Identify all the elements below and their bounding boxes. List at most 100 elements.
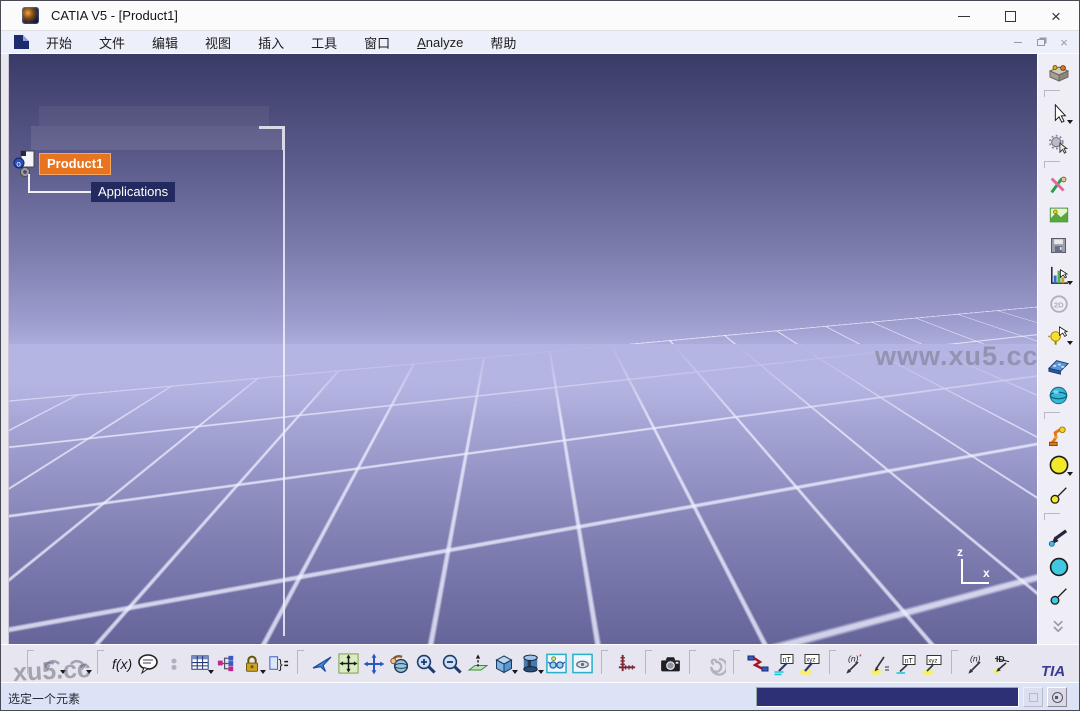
normal-view-icon[interactable] <box>465 651 491 677</box>
plane-ruler-icon[interactable] <box>1046 352 1072 378</box>
save-disk-icon[interactable] <box>1046 232 1072 258</box>
select-arrow-icon[interactable] <box>1046 101 1073 127</box>
section-sphere-icon[interactable] <box>1046 382 1072 408</box>
watermark-bottom-left: xu5.cc <box>12 654 92 688</box>
workbench-icon[interactable] <box>1046 60 1072 86</box>
mdi-restore-icon[interactable] <box>1034 35 1048 49</box>
catalog-browser-icon[interactable] <box>745 651 771 677</box>
point-yellow-icon[interactable] <box>1046 453 1073 479</box>
svg-text:2D: 2D <box>1053 300 1063 309</box>
swap-visible-space-icon[interactable] <box>569 651 595 677</box>
circle-cyan-icon[interactable] <box>1046 554 1072 580</box>
mdi-close-icon[interactable]: × <box>1057 35 1071 49</box>
vertical-guide-line <box>283 150 285 636</box>
axis-z-label: z <box>957 545 963 559</box>
chart-analysis-icon[interactable] <box>1046 262 1073 288</box>
parameter-n-icon[interactable]: (n) * <box>841 651 867 677</box>
annotation-arrow-icon[interactable] <box>867 651 893 677</box>
spiral-icon[interactable] <box>701 651 727 677</box>
apply-material-icon[interactable] <box>1046 172 1072 198</box>
design-table-icon[interactable] <box>187 651 214 677</box>
maximize-button[interactable] <box>987 1 1033 31</box>
rule-brace-icon[interactable]: } <box>265 651 291 677</box>
catia-logo-icon <box>22 7 39 24</box>
minimize-icon <box>958 15 970 17</box>
text-box-icon[interactable]: nT <box>893 651 919 677</box>
toolbar-handle[interactable] <box>1044 90 1060 97</box>
toolbar-handle[interactable] <box>645 650 652 674</box>
toolbar-handle[interactable] <box>1044 513 1060 520</box>
light-source-icon[interactable] <box>1046 322 1073 348</box>
menu-analyze-rest: nalyze <box>425 34 464 50</box>
menu-view[interactable]: 视图 <box>195 31 241 54</box>
product-node-icon[interactable]: o <box>13 149 39 179</box>
menu-edit[interactable]: 编辑 <box>142 31 188 54</box>
coordinates-box-icon[interactable]: xyz <box>919 651 945 677</box>
menu-help[interactable]: 帮助 <box>480 31 526 54</box>
robot-arm-icon[interactable] <box>1046 423 1072 449</box>
fit-all-in-icon[interactable] <box>335 651 361 677</box>
document-icon[interactable] <box>14 35 29 49</box>
camera-capture-icon[interactable] <box>657 651 683 677</box>
point-yellow-small-icon[interactable] <box>1046 483 1072 509</box>
fly-mode-icon[interactable] <box>309 651 335 677</box>
close-button[interactable]: × <box>1033 1 1079 31</box>
power-input[interactable] <box>756 687 1019 707</box>
maximize-icon <box>1004 10 1016 22</box>
window-title: CATIA V5 - [Product1] <box>51 8 178 23</box>
toolbar-handle[interactable] <box>1044 161 1060 168</box>
viewport-3d[interactable]: o Product1 Applications z x www.xu5.cc <box>9 54 1039 644</box>
mdi-minimize-icon[interactable] <box>1011 35 1025 49</box>
toolbar-handle[interactable] <box>829 650 836 674</box>
text-annotation-pen-icon[interactable]: nT <box>771 651 797 677</box>
menu-tools[interactable]: 工具 <box>301 31 347 54</box>
toolbar-handle[interactable] <box>689 650 696 674</box>
svg-text:o: o <box>16 159 21 168</box>
close-icon: × <box>1051 6 1061 26</box>
knowledge-pointer-icon[interactable] <box>1046 131 1072 157</box>
info-button[interactable] <box>1047 687 1067 707</box>
lock-icon[interactable] <box>239 651 266 677</box>
toolbar-handle[interactable] <box>97 650 104 674</box>
isometric-view-icon[interactable] <box>491 651 518 677</box>
corner-bracket <box>282 126 285 150</box>
hide-show-icon[interactable] <box>543 651 569 677</box>
measure-axis-icon[interactable] <box>613 651 639 677</box>
svg-text:nT: nT <box>783 656 792 663</box>
render-scene-icon[interactable] <box>1046 202 1072 228</box>
rotate-icon[interactable] <box>387 651 413 677</box>
ghost-patch <box>31 126 283 150</box>
zoom-out-icon[interactable] <box>439 651 465 677</box>
pan-icon[interactable] <box>361 651 387 677</box>
formula-fx-icon[interactable]: f(x) <box>109 651 135 677</box>
relations-graph-icon[interactable] <box>213 651 239 677</box>
knowledge-bubble-icon[interactable] <box>135 651 161 677</box>
toolbar-handle[interactable] <box>733 650 740 674</box>
constraints-dots-icon[interactable] <box>161 651 187 677</box>
circle-cyan-small-icon[interactable] <box>1046 584 1072 610</box>
toolbar-handle[interactable] <box>951 650 958 674</box>
toolbar-handle[interactable] <box>297 650 304 674</box>
zoom-in-icon[interactable] <box>413 651 439 677</box>
toolbar-handle[interactable] <box>1044 412 1060 419</box>
pen-ink-icon[interactable] <box>1046 524 1072 550</box>
svg-text:f(x): f(x) <box>112 656 132 672</box>
tree-node-product1[interactable]: Product1 <box>39 153 112 175</box>
menu-start[interactable]: 开始 <box>36 31 82 54</box>
tree-node-applications[interactable]: Applications <box>91 182 176 202</box>
minimize-button[interactable] <box>941 1 987 31</box>
coordinates-annotation-pen-icon[interactable]: xyz <box>797 651 823 677</box>
more-chevron-icon[interactable] <box>1046 614 1072 640</box>
menu-file[interactable]: 文件 <box>89 31 135 54</box>
toolbar-handle[interactable] <box>601 650 608 674</box>
menu-window[interactable]: 窗口 <box>354 31 400 54</box>
id-annotation-icon[interactable]: ID <box>989 651 1015 677</box>
menu-insert[interactable]: 插入 <box>248 31 294 54</box>
watermark-tia: TIA <box>1041 663 1066 680</box>
ghost-patch <box>39 106 269 126</box>
parameter-n2-icon[interactable]: (n) <box>963 651 989 677</box>
menu-analyze[interactable]: Analyze <box>407 33 473 52</box>
command-option-button[interactable] <box>1023 687 1043 707</box>
render-style-icon[interactable] <box>517 651 544 677</box>
circle-2d-icon[interactable]: 2D <box>1046 292 1072 318</box>
